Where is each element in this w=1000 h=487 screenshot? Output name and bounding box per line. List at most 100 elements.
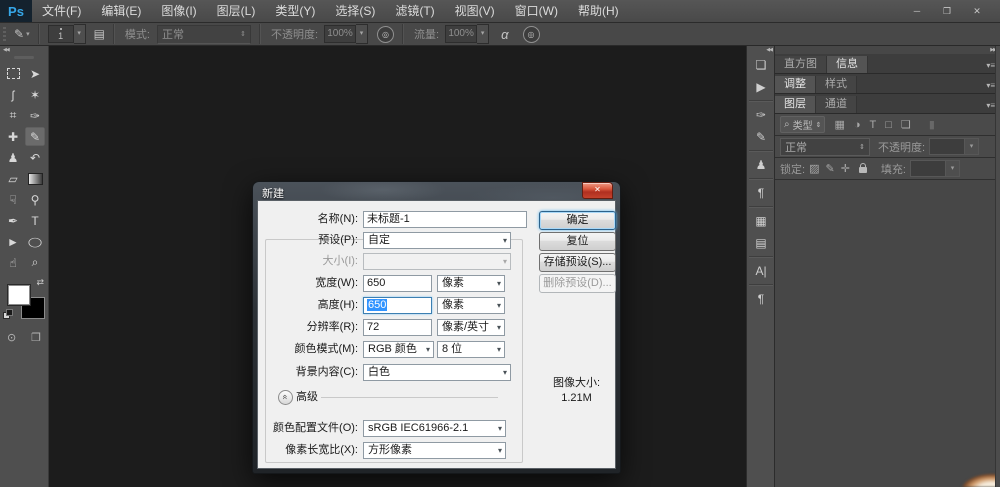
name-input[interactable]: 未标题-1 — [363, 211, 527, 228]
reset-button[interactable]: 复位 — [539, 232, 616, 251]
options-grip[interactable] — [3, 26, 6, 42]
tool-preset-dropdown-icon[interactable]: ▾ — [26, 30, 30, 38]
crop-tool[interactable]: ⌗ — [3, 106, 23, 125]
tab-layers[interactable]: 图层 — [775, 96, 816, 113]
menu-help[interactable]: 帮助(H) — [568, 0, 629, 22]
lock-transparency-icon[interactable]: ▨ — [809, 162, 819, 175]
paragraph-panel-icon[interactable]: ¶ — [747, 288, 775, 310]
brush-size-dropdown-icon[interactable]: ▾ — [73, 24, 86, 44]
color-profile-select[interactable]: sRGB IEC61966-2.1 — [363, 420, 506, 437]
path-select-tool[interactable]: ► — [3, 232, 23, 251]
menu-select[interactable]: 选择(S) — [325, 0, 385, 22]
tab-adjustments[interactable]: 调整 — [775, 76, 816, 93]
hand-tool[interactable]: ☝ — [3, 253, 23, 272]
height-input[interactable]: 650 — [363, 297, 432, 314]
lock-all-icon[interactable] — [858, 163, 867, 173]
layer-opacity-dropdown-icon[interactable]: ▾ — [965, 138, 980, 155]
menu-image[interactable]: 图像(I) — [151, 0, 206, 22]
smudge-tool[interactable]: ☟ — [3, 190, 23, 209]
rect-marquee-tool[interactable] — [3, 64, 23, 83]
toolbar-grip[interactable] — [14, 56, 34, 59]
swap-colors-icon[interactable]: ⇄ — [36, 277, 44, 288]
menu-view[interactable]: 视图(V) — [445, 0, 505, 22]
resolution-input[interactable]: 72 — [363, 319, 432, 336]
type-tool[interactable]: T — [25, 211, 45, 230]
toolbar-collapse-icon[interactable]: ◀◀ — [0, 46, 48, 54]
ellipse-tool[interactable]: ◯ — [25, 232, 45, 251]
menu-filter[interactable]: 滤镜(T) — [385, 0, 444, 22]
background-select[interactable]: 白色 — [363, 364, 511, 381]
screen-mode-icon[interactable]: ❐ — [31, 331, 41, 344]
lock-paint-icon[interactable]: ✎ — [825, 162, 834, 175]
filter-pixel-layers-icon[interactable]: ▦ — [834, 118, 844, 131]
clone-source-panel-icon[interactable]: ♟ — [747, 154, 775, 176]
layer-fill-value[interactable] — [909, 160, 946, 177]
ok-button[interactable]: 确定 — [539, 211, 616, 230]
notes-panel-icon[interactable]: ▤ — [747, 232, 775, 254]
strip-collapse-icon[interactable]: ◀◀ — [747, 46, 775, 54]
brush-size-box[interactable]: 1 — [47, 25, 74, 43]
history-panel-icon[interactable]: ❏ — [747, 54, 775, 76]
quick-mask-icon[interactable]: ⊙ — [7, 331, 16, 344]
character-styles-panel-icon[interactable]: ¶ — [747, 182, 775, 204]
tab-histogram[interactable]: 直方图 — [775, 56, 827, 73]
menu-edit[interactable]: 编辑(E) — [91, 0, 151, 22]
preset-select[interactable]: 自定 — [363, 232, 511, 249]
eyedropper-tool[interactable]: ✑ — [25, 106, 45, 125]
history-brush-tool[interactable]: ↶ — [25, 148, 45, 167]
foreground-color-swatch[interactable] — [7, 284, 31, 306]
flow-value[interactable]: 100% — [445, 25, 478, 43]
brush-panel-toggle-icon[interactable]: ▤ — [94, 27, 105, 41]
pen-pressure-opacity-icon[interactable]: ◎ — [377, 25, 395, 43]
layer-blend-mode-select[interactable]: 正常 ⇕ — [780, 137, 870, 156]
menu-window[interactable]: 窗口(W) — [505, 0, 568, 22]
resolution-unit-select[interactable]: 像素/英寸 — [437, 319, 505, 336]
size-select[interactable] — [363, 253, 511, 270]
lock-position-icon[interactable]: ✛ — [841, 162, 850, 175]
brush-tool[interactable]: ✎ — [25, 127, 45, 146]
dodge-tool[interactable]: ⚲ — [25, 190, 45, 209]
pixel-aspect-select[interactable]: 方形像素 — [363, 442, 506, 459]
blend-mode-select[interactable]: 正常 ⇕ — [156, 24, 251, 44]
layer-filter-type-select[interactable]: ⌕ 类型 ⇕ — [780, 116, 826, 133]
restore-button[interactable]: ❐ — [932, 4, 962, 19]
filter-smart-objects-icon[interactable]: ❏ — [901, 118, 911, 131]
layer-fill-dropdown-icon[interactable]: ▾ — [945, 160, 960, 177]
pen-tool[interactable]: ✒ — [3, 211, 23, 230]
close-window-button[interactable]: ✕ — [962, 4, 992, 19]
brush-presets-panel-icon[interactable]: ✑ — [747, 104, 775, 126]
tool-presets-panel-icon[interactable]: ✎ — [747, 126, 775, 148]
width-unit-select[interactable]: 像素 — [437, 275, 505, 292]
clone-stamp-tool[interactable]: ♟ — [3, 148, 23, 167]
move-tool[interactable]: ➤ — [25, 64, 45, 83]
filter-toggle-icon[interactable]: ▮ — [929, 118, 935, 131]
flow-dropdown-icon[interactable]: ▾ — [477, 24, 490, 44]
menu-layer[interactable]: 图层(L) — [207, 0, 266, 22]
tab-info[interactable]: 信息 — [827, 56, 868, 73]
tool-preset-icon[interactable]: ✎ — [14, 27, 24, 41]
lasso-tool[interactable]: ʃ — [3, 85, 23, 104]
filter-type-layers-icon[interactable]: T — [870, 119, 877, 131]
dock-collapse-icon[interactable]: ▶▶ — [775, 46, 1000, 54]
zoom-tool[interactable]: ⌕ — [25, 253, 45, 272]
character-panel-icon[interactable]: A| — [747, 260, 775, 282]
dialog-close-button[interactable]: ✕ — [582, 182, 613, 199]
pen-pressure-size-icon[interactable]: ◎ — [522, 25, 540, 43]
opacity-value[interactable]: 100% — [324, 25, 357, 43]
healing-brush-tool[interactable]: ✚ — [3, 127, 23, 146]
layer-comps-panel-icon[interactable]: ▦ — [747, 210, 775, 232]
menu-type[interactable]: 类型(Y) — [265, 0, 325, 22]
opacity-dropdown-icon[interactable]: ▾ — [356, 24, 369, 44]
filter-shape-layers-icon[interactable]: □ — [885, 119, 892, 131]
eraser-tool[interactable]: ▱ — [3, 169, 23, 188]
layer-opacity-value[interactable] — [929, 138, 966, 155]
magic-wand-tool[interactable]: ✶ — [25, 85, 45, 104]
bit-depth-select[interactable]: 8 位 — [437, 341, 505, 358]
width-input[interactable]: 650 — [363, 275, 432, 292]
filter-adjustment-layers-icon[interactable]: ◑ — [854, 119, 861, 131]
advanced-collapse-button[interactable]: « — [278, 390, 293, 405]
tab-styles[interactable]: 样式 — [816, 76, 857, 93]
minimize-button[interactable]: ─ — [902, 4, 932, 19]
save-preset-button[interactable]: 存储预设(S)... — [539, 253, 616, 272]
menu-file[interactable]: 文件(F) — [32, 0, 91, 22]
